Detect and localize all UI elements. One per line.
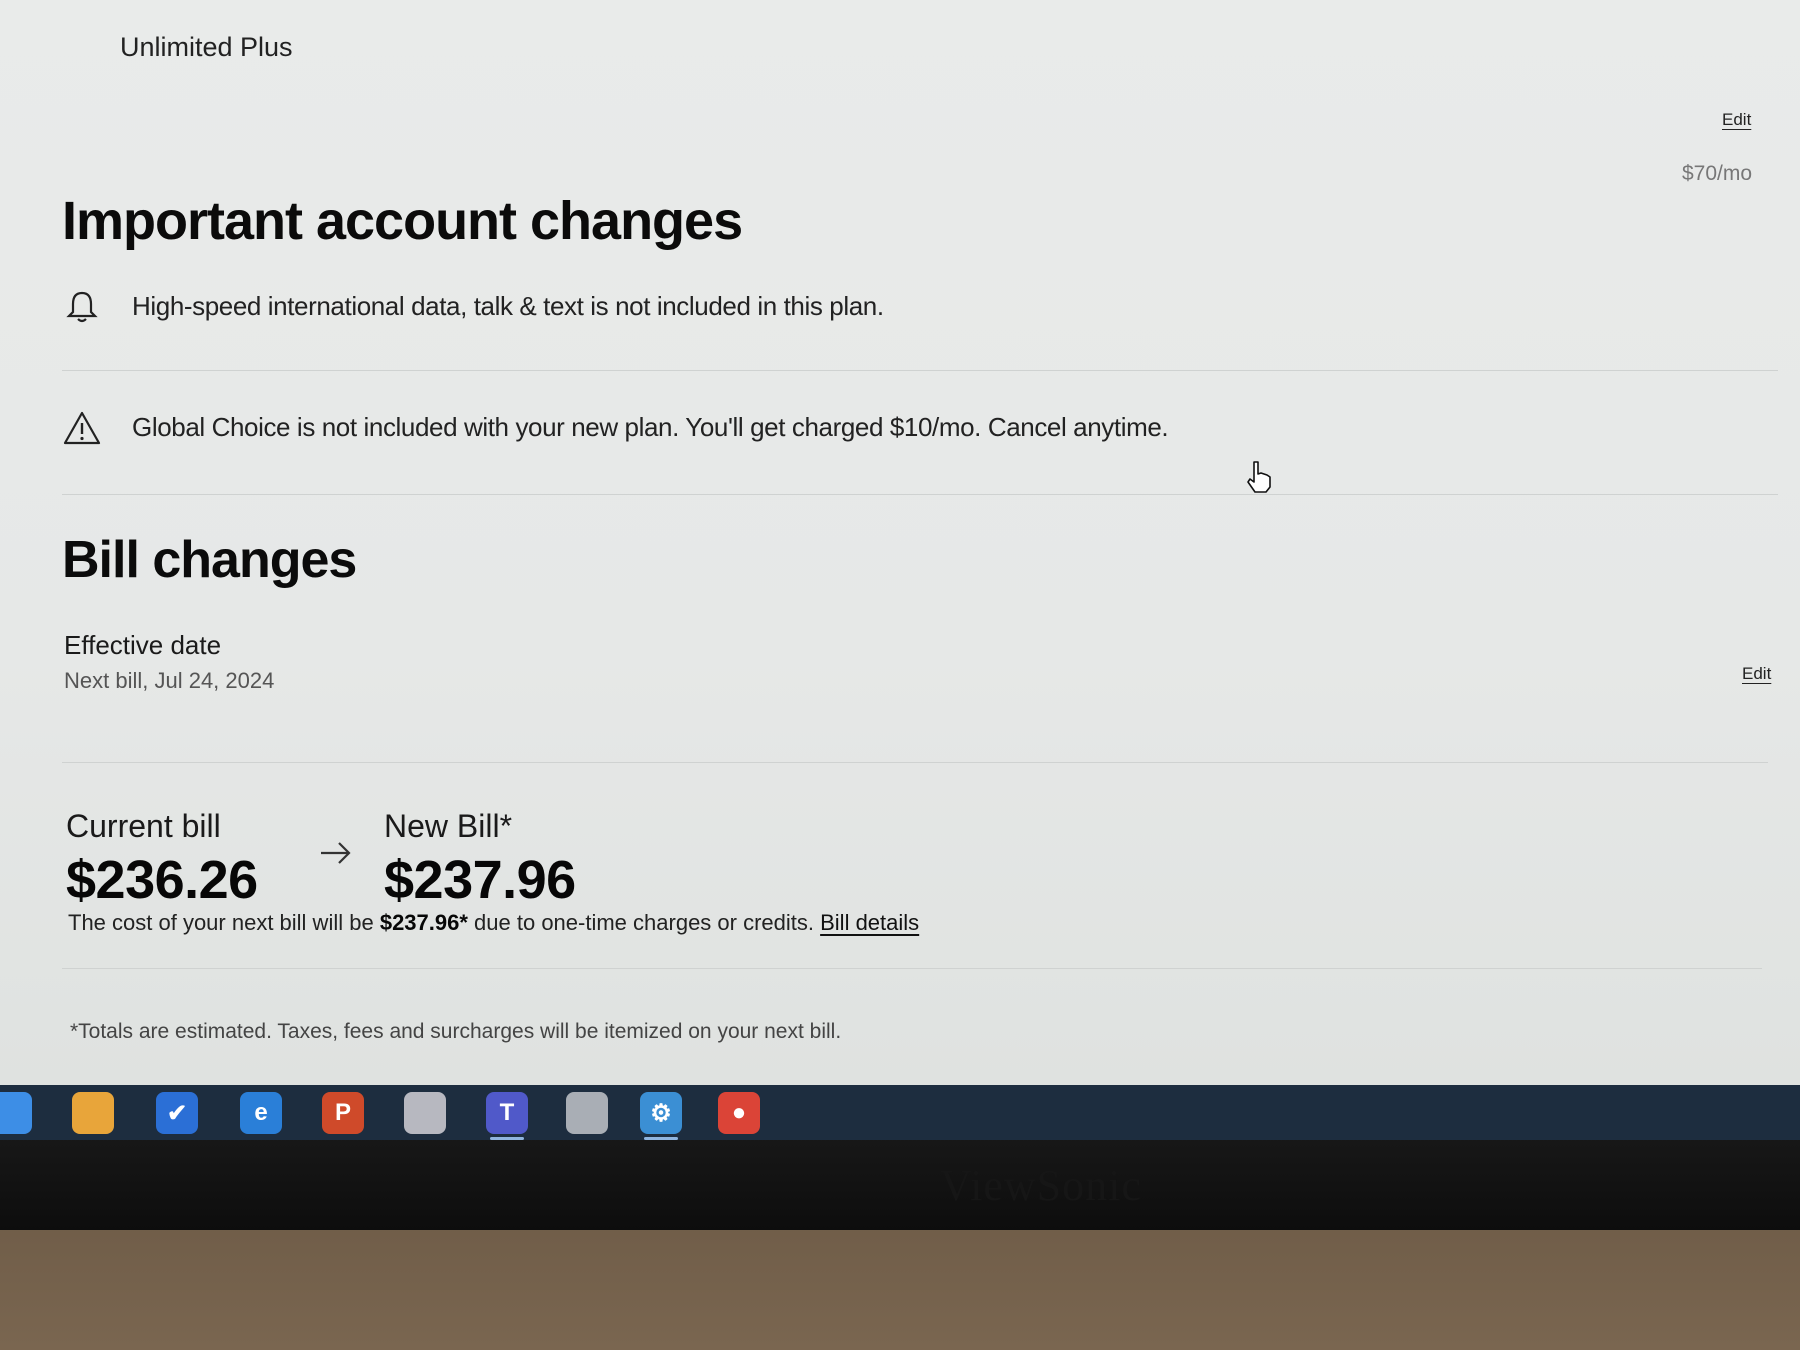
bell-icon (66, 291, 98, 323)
divider (62, 762, 1768, 763)
current-bill: Current bill $236.26 (66, 808, 258, 911)
bill-note-prefix: The cost of your next bill will be (68, 910, 374, 935)
photos-icon[interactable] (404, 1092, 446, 1134)
browser-icon[interactable]: e (240, 1092, 282, 1134)
monitor-brand: ViewSonic (940, 1161, 1142, 1210)
warning-icon (63, 411, 101, 445)
explorer-icon[interactable] (0, 1092, 32, 1134)
bill-changes-heading: Bill changes (62, 531, 357, 589)
effective-date-label: Effective date (64, 630, 222, 660)
bill-note: The cost of your next bill will be $237.… (68, 910, 919, 936)
current-bill-amount: $236.26 (66, 850, 258, 910)
current-bill-label: Current bill (66, 808, 221, 844)
new-bill: New Bill* $237.96 (384, 808, 576, 911)
hand-cursor-icon (1247, 461, 1271, 493)
plan-edit-link[interactable]: Edit (1722, 110, 1751, 130)
notice-global-choice-text: Global Choice is not included with your … (132, 412, 1169, 442)
new-bill-amount: $237.96 (384, 850, 576, 910)
bill-note-suffix: due to one-time charges or credits. (474, 910, 814, 935)
taskbar: ✔ e P T ⚙ ● (0, 1085, 1800, 1140)
todo-icon[interactable]: ✔ (156, 1092, 198, 1134)
plan-price: $70/mo (1682, 162, 1753, 185)
notice-global-choice: Global Choice is not included with your … (62, 404, 1782, 464)
arrow-right-icon (321, 842, 351, 864)
new-bill-label: New Bill* (384, 808, 513, 844)
effective-date-value: Next bill, Jul 24, 2024 (64, 668, 275, 693)
important-changes-heading: Important account changes (62, 191, 743, 251)
notice-international-text: High-speed international data, talk & te… (132, 291, 884, 321)
totals-footnote: *Totals are estimated. Taxes, fees and s… (70, 1020, 842, 1043)
powerpoint-icon[interactable]: P (322, 1092, 364, 1134)
plan-name: Unlimited Plus (120, 32, 293, 62)
screen: Unlimited Plus Edit $70/mo Important acc… (0, 0, 1800, 1085)
divider (62, 494, 1778, 495)
notice-international: High-speed international data, talk & te… (62, 283, 1782, 343)
bill-details-link[interactable]: Bill details (820, 910, 919, 935)
teams-icon[interactable]: T (486, 1092, 528, 1140)
divider (62, 968, 1762, 969)
bill-note-amount: $237.96* (379, 910, 468, 935)
divider (62, 370, 1778, 371)
effective-date-edit-link[interactable]: Edit (1742, 664, 1771, 684)
network-icon[interactable]: ⚙ (640, 1092, 682, 1140)
apple-icon[interactable] (566, 1092, 608, 1134)
chrome-icon[interactable]: ● (718, 1092, 760, 1134)
file-manager-icon[interactable] (72, 1092, 114, 1134)
